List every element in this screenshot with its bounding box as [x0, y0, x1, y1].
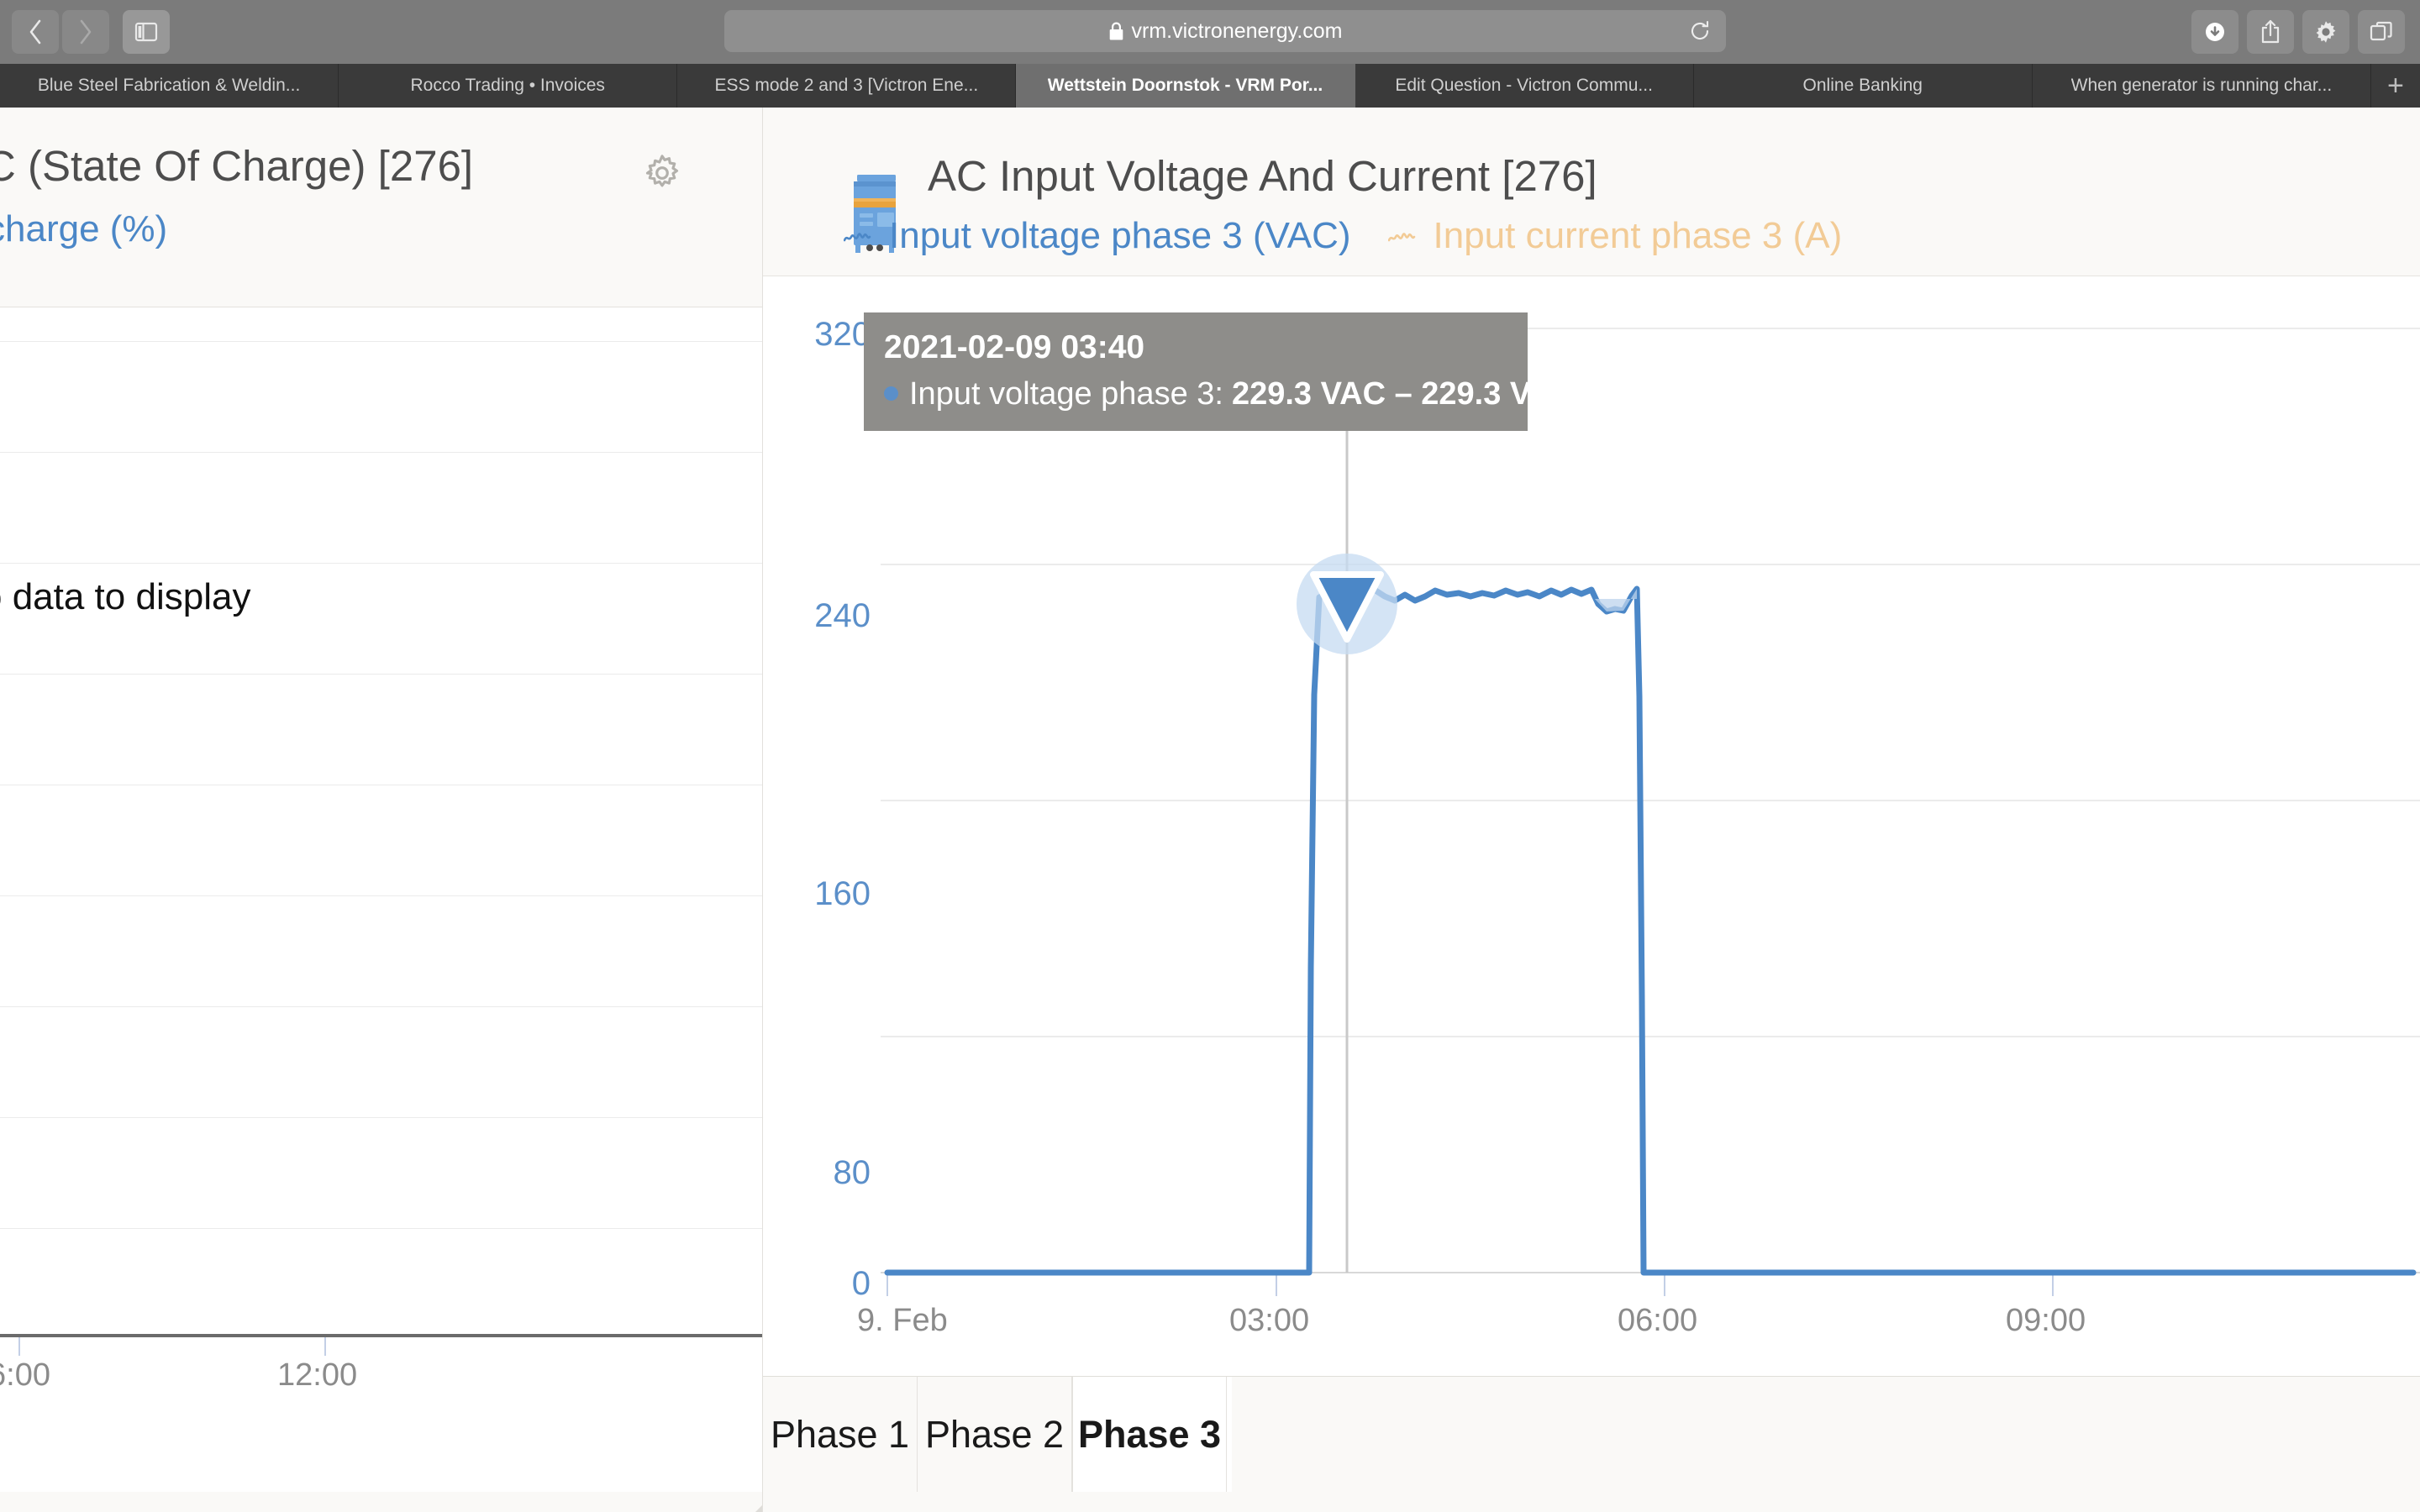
tab-label: When generator is running char...: [2070, 76, 2333, 95]
resize-handle[interactable]: [715, 1505, 762, 1512]
gear-icon[interactable]: [2302, 10, 2349, 54]
tab-phase-2[interactable]: Phase 2: [918, 1377, 1072, 1492]
soc-x-axis: [0, 1334, 762, 1337]
tab-label: Online Banking: [1802, 76, 1923, 95]
browser-tab[interactable]: When generator is running char...: [2033, 64, 2371, 108]
browser-toolbar: vrm.victronenergy.com: [0, 0, 2420, 64]
tab-label: Blue Steel Fabrication & Weldin...: [37, 76, 301, 95]
page-title: AC Input Voltage And Current [276]: [928, 152, 1597, 200]
phase-tab-bar: Phase 1 Phase 2 Phase 3: [763, 1376, 2420, 1492]
navigation-buttons: [12, 10, 109, 54]
chart-canvas: [881, 328, 2420, 1296]
downloads-button[interactable]: [2191, 10, 2238, 54]
phase-tab-label: Phase 3: [1077, 1412, 1222, 1456]
tab-label: Wettstein Doornstok - VRM Por...: [1047, 76, 1323, 95]
soc-legend-label: charge (%): [0, 208, 168, 249]
sidebar-toggle-button[interactable]: [123, 10, 170, 54]
legend-item-voltage[interactable]: Input voltage phase 3 (VAC): [843, 215, 1351, 257]
soc-widget: C (State Of Charge) [276] charge (%) o d…: [0, 108, 763, 1512]
new-tab-label: +: [2387, 69, 2404, 102]
tab-strip: Blue Steel Fabrication & Weldin... Rocco…: [0, 64, 2420, 108]
chart-legend: Input voltage phase 3 (VAC) Input curren…: [843, 215, 1843, 257]
phase-tab-label: Phase 1: [770, 1412, 910, 1456]
phase-tab-filler: [1232, 1377, 2420, 1492]
tab-label: Rocco Trading • Invoices: [410, 76, 605, 95]
waveform-icon: [1387, 215, 1422, 257]
voltage-series-line: [884, 585, 2417, 1276]
x-axis-tick-label: 09:00: [2006, 1303, 2086, 1338]
tooltip-series-dot: [884, 386, 898, 401]
waveform-icon: [843, 215, 877, 257]
toolbar-actions: [2191, 10, 2405, 54]
soc-widget-title: C (State Of Charge) [276]: [0, 142, 474, 190]
browser-tab[interactable]: ESS mode 2 and 3 [Victron Ene...: [677, 64, 1017, 108]
back-button[interactable]: [12, 10, 59, 54]
gear-icon[interactable]: [639, 150, 686, 197]
x-axis-tick-label: 03:00: [1229, 1303, 1310, 1338]
browser-tab[interactable]: Online Banking: [1694, 64, 2033, 108]
soc-x-tick-label: 6:00: [0, 1357, 50, 1393]
tooltip-series-label: Input voltage phase 3:: [909, 376, 1223, 412]
legend-item-current[interactable]: Input current phase 3 (A): [1387, 215, 1843, 257]
reload-button[interactable]: [1689, 19, 1711, 43]
soc-widget-header: C (State Of Charge) [276] charge (%): [0, 108, 762, 307]
soc-empty-message: o data to display: [0, 576, 251, 617]
x-axis-tick-label: 06:00: [1618, 1303, 1698, 1338]
tab-phase-3[interactable]: Phase 3: [1072, 1377, 1227, 1492]
phase-tab-label: Phase 2: [924, 1412, 1065, 1456]
chart-tooltip: 2021-02-09 03:40 Input voltage phase 3: …: [864, 312, 1575, 431]
x-axis-tick-label: 9. Feb: [857, 1303, 948, 1338]
tab-label: ESS mode 2 and 3 [Victron Ene...: [714, 76, 979, 95]
address-bar[interactable]: vrm.victronenergy.com: [724, 10, 1726, 52]
page-content: C (State Of Charge) [276] charge (%) o d…: [0, 108, 2420, 1512]
soc-plot-area: o data to display 6:00 12:00: [0, 307, 762, 1492]
address-bar-text: vrm.victronenergy.com: [1131, 18, 1343, 43]
legend-label-current: Input current phase 3 (A): [1433, 215, 1843, 256]
forward-button[interactable]: [62, 10, 109, 54]
new-tab-button[interactable]: +: [2371, 64, 2420, 108]
tooltip-timestamp: 2021-02-09 03:40: [884, 329, 1145, 365]
browser-tab-active[interactable]: Wettstein Doornstok - VRM Por...: [1016, 64, 1355, 108]
tab-phase-1[interactable]: Phase 1: [763, 1377, 918, 1492]
soc-x-tick-label: 12:00: [277, 1357, 358, 1393]
browser-tab[interactable]: Blue Steel Fabrication & Weldin...: [0, 64, 339, 108]
chart-plot-card: 320 240 160 80 0 9. Feb 03:00 06:00 09:0…: [763, 276, 2420, 1391]
legend-label-voltage: Input voltage phase 3 (VAC): [889, 215, 1351, 256]
tab-overview-button[interactable]: [2358, 10, 2405, 54]
lock-icon: [1108, 21, 1124, 41]
browser-tab[interactable]: Rocco Trading • Invoices: [339, 64, 678, 108]
browser-tab[interactable]: Edit Question - Victron Commu...: [1355, 64, 1694, 108]
tooltip-value: 229.3 VAC – 229.3 VAC: [1231, 376, 1576, 412]
ac-input-widget: AC Input Voltage And Current [276] Input…: [763, 108, 2420, 1512]
share-button[interactable]: [2247, 10, 2294, 54]
tab-label: Edit Question - Victron Commu...: [1395, 76, 1653, 95]
